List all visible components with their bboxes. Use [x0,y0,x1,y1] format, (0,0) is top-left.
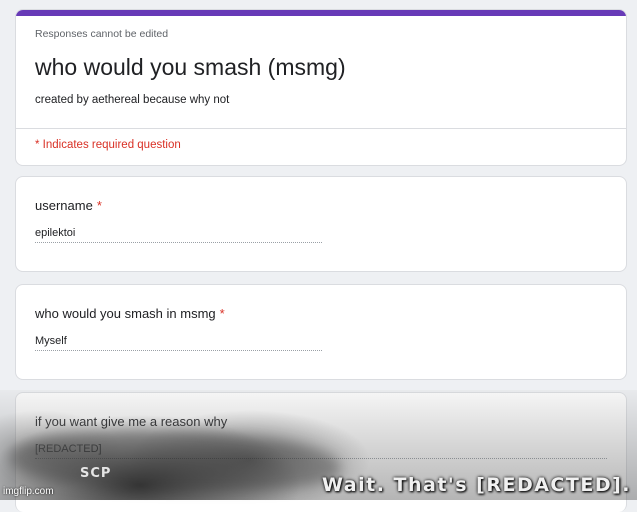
form-title: who would you smash (msmg) [35,54,346,80]
responses-notice: Responses cannot be edited [35,28,169,40]
question-title: if you want give me a reason why [35,414,227,429]
question-card-reason: if you want give me a reason why [REDACT… [15,392,627,512]
question-label: username [35,198,93,213]
answer-field-smash[interactable]: Myself [35,335,322,351]
answer-field-reason[interactable]: [REDACTED] [35,443,607,459]
question-card-username: username * epilektoi [15,176,627,272]
form-header-card: Responses cannot be edited who would you… [15,9,627,166]
required-asterisk: * [96,198,102,213]
question-label: if you want give me a reason why [35,414,228,429]
question-title: username * [35,198,102,213]
question-label: who would you smash in msmg [35,306,216,321]
question-title: who would you smash in msmg * [35,306,225,321]
header-divider [16,128,626,129]
imgflip-watermark: imgflip.com [3,486,54,497]
answer-field-username[interactable]: epilektoi [35,227,322,243]
form-description: created by aethereal because why not [35,94,230,106]
question-card-smash: who would you smash in msmg * Myself [15,284,627,380]
theme-accent-bar [16,10,626,16]
required-asterisk: * [219,306,225,321]
required-note: * Indicates required question [35,139,181,151]
